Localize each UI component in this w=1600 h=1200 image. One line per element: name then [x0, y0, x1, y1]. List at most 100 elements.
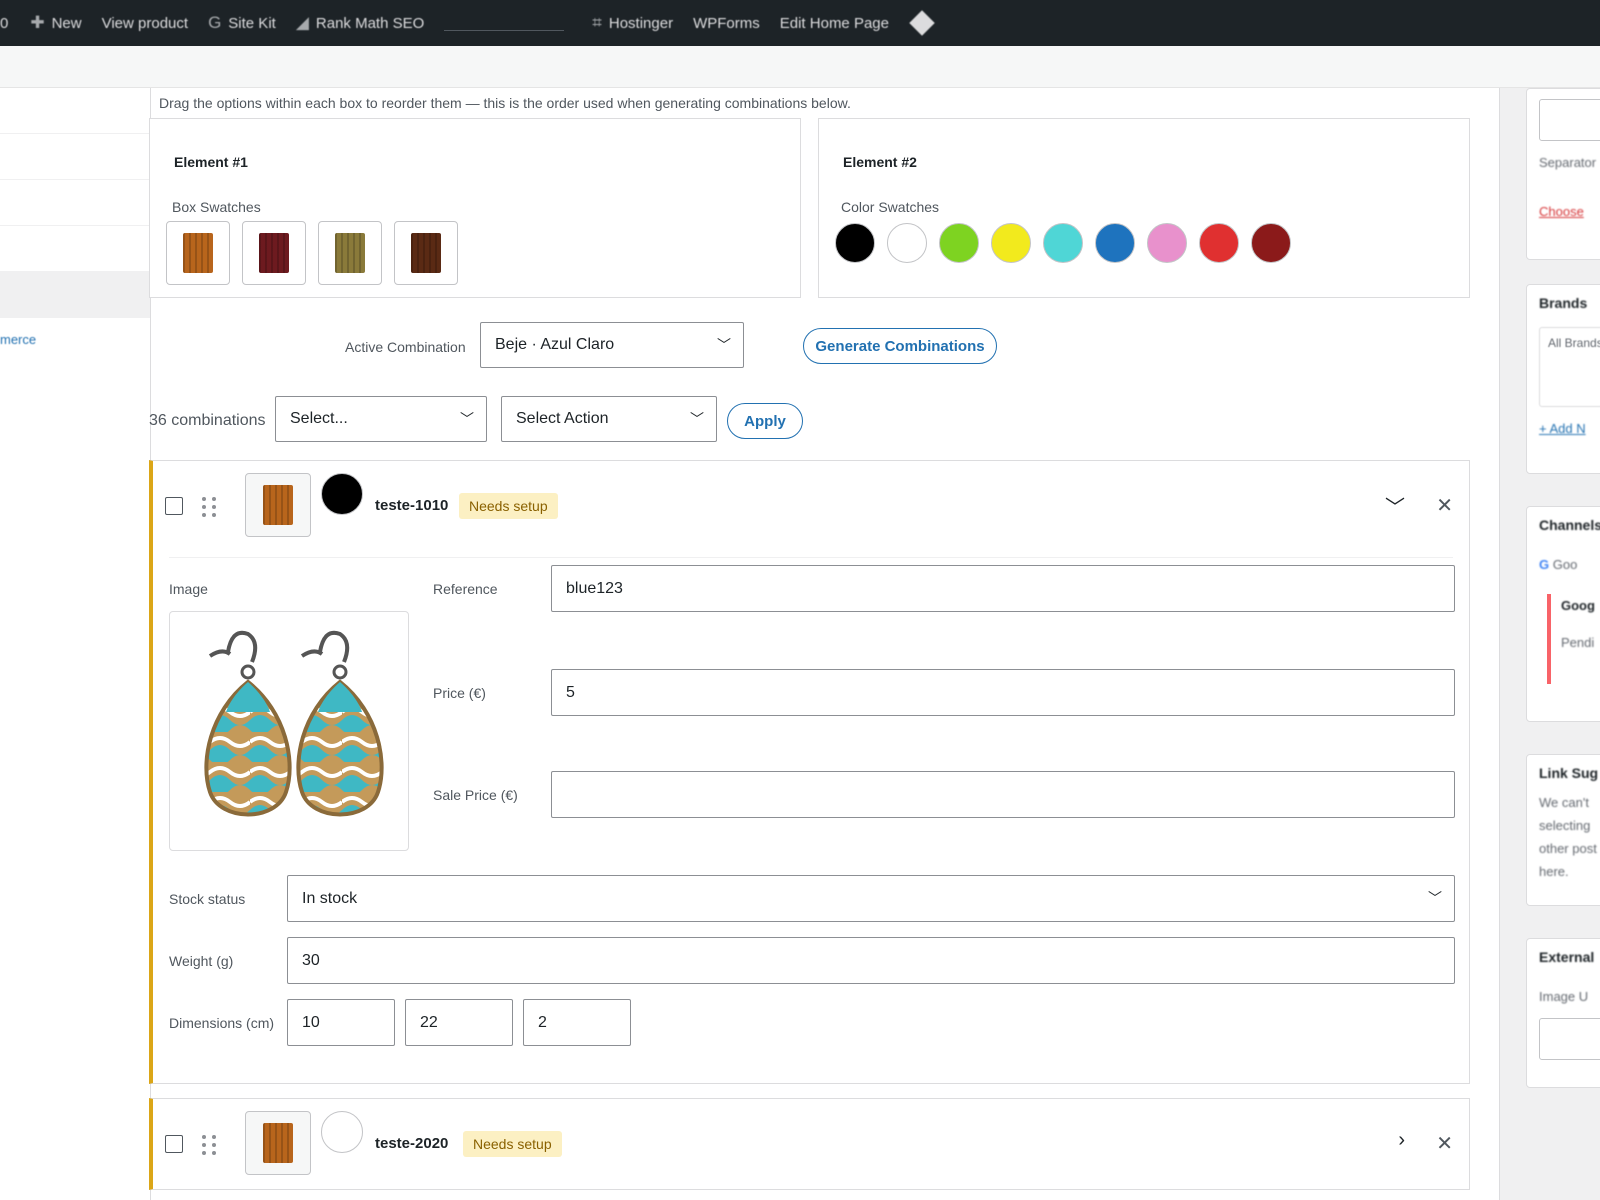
color-swatch[interactable]	[887, 223, 927, 263]
height-input[interactable]: 2	[523, 999, 631, 1046]
divider	[169, 557, 1453, 558]
row-checkbox[interactable]	[165, 1135, 183, 1153]
brands-list[interactable]: All Brands	[1539, 327, 1600, 407]
close-icon[interactable]: ✕	[1436, 1131, 1453, 1156]
apply-button[interactable]: Apply	[727, 403, 803, 439]
sub-header-bar	[0, 46, 1600, 88]
wood-swatch	[263, 485, 293, 525]
admin-bar-first[interactable]: 0	[0, 15, 8, 32]
admin-bar-hostinger[interactable]: ⌗ Hostinger	[592, 13, 673, 33]
google-g-icon: G	[1539, 557, 1550, 572]
left-row[interactable]	[0, 134, 150, 180]
element-box-1: Element #1 Box Swatches	[149, 118, 801, 298]
wood-swatch	[411, 233, 441, 273]
left-row[interactable]	[0, 226, 150, 272]
left-row[interactable]	[0, 180, 150, 226]
separator-label: Separator	[1539, 155, 1597, 170]
element-name: Element #1	[174, 154, 248, 170]
color-swatch[interactable]	[835, 223, 875, 263]
color-swatch[interactable]	[1147, 223, 1187, 263]
sale-price-label: Sale Price (€)	[433, 787, 518, 803]
google-channel[interactable]: G Goo	[1527, 553, 1600, 576]
element-type-label: Color Swatches	[841, 199, 940, 215]
stock-status-select[interactable]: In stock ﹀	[287, 875, 1455, 922]
color-swatch[interactable]	[1043, 223, 1083, 263]
external-title: External	[1539, 949, 1595, 965]
color-swatch[interactable]	[939, 223, 979, 263]
separator-card: Separator Choose	[1526, 88, 1600, 260]
left-row[interactable]	[0, 88, 150, 134]
price-input[interactable]: 5	[551, 669, 1455, 716]
earring-image	[204, 630, 384, 817]
left-sidebar: merce	[0, 88, 150, 1200]
chevron-right-icon[interactable]: ›	[1398, 1129, 1405, 1152]
wood-swatch	[263, 1123, 293, 1163]
left-link[interactable]: merce	[0, 318, 150, 347]
brands-card: Brands All Brands + Add N	[1526, 284, 1600, 474]
add-brand-link[interactable]: + Add N	[1527, 417, 1600, 440]
drag-handle-icon[interactable]	[202, 1135, 216, 1155]
bulk-select[interactable]: Select... ﹀	[275, 396, 487, 442]
element-box-2: Element #2 Color Swatches	[818, 118, 1470, 298]
admin-bar: 0 ✚ New View product G Site Kit ◢ Rank Math…	[0, 0, 1600, 46]
close-icon[interactable]: ✕	[1436, 493, 1453, 518]
color-swatch[interactable]	[1251, 223, 1291, 263]
generate-combinations-button[interactable]: Generate Combinations	[803, 328, 997, 364]
plus-icon: ✚	[30, 13, 45, 32]
external-image-input[interactable]	[1539, 1018, 1600, 1060]
admin-bar-site-kit[interactable]: G Site Kit	[208, 13, 276, 33]
box-swatch[interactable]	[242, 221, 306, 285]
reorder-hint: Drag the options within each box to reor…	[159, 95, 851, 111]
reference-input[interactable]: blue123	[551, 565, 1455, 612]
separator-input[interactable]	[1539, 99, 1600, 141]
admin-bar-view-product[interactable]: View product	[102, 15, 188, 32]
bulk-action-select[interactable]: Select Action ﹀	[501, 396, 717, 442]
color-swatches	[835, 223, 1291, 263]
active-combination-label: Active Combination	[345, 339, 466, 355]
combination-color-dot	[321, 473, 363, 515]
box-swatch[interactable]	[318, 221, 382, 285]
chevron-down-icon: ﹀	[460, 411, 474, 427]
color-swatch[interactable]	[1199, 223, 1239, 263]
dimensions-label: Dimensions (cm)	[169, 1015, 275, 1031]
admin-bar-edit-home[interactable]: Edit Home Page	[780, 15, 889, 32]
diamond-icon[interactable]	[909, 10, 935, 36]
combination-row: teste-2020 Needs setup › ✕	[149, 1098, 1470, 1190]
box-swatch[interactable]	[166, 221, 230, 285]
link-suggestions-card: Link Sug We can't selecting other post h…	[1526, 754, 1600, 906]
combination-row: teste-1010 Needs setup ﹀ ✕ Image Referen…	[149, 460, 1470, 1084]
product-image[interactable]	[169, 611, 409, 851]
combination-sku: teste-2020	[375, 1135, 449, 1152]
admin-bar-wpforms[interactable]: WPForms	[693, 15, 760, 32]
channels-title: Channels	[1539, 517, 1600, 533]
chevron-down-icon: ﹀	[1428, 890, 1442, 906]
choose-link[interactable]: Choose	[1527, 200, 1600, 223]
combination-count: 36 combinations	[149, 412, 266, 429]
active-combination-select[interactable]: Beje · Azul Claro ﹀	[480, 322, 744, 368]
combination-thumbnail	[245, 1111, 311, 1175]
combination-thumbnail	[245, 473, 311, 537]
drag-handle-icon[interactable]	[202, 497, 216, 517]
left-row-active[interactable]	[0, 272, 150, 318]
stock-status-label: Stock status	[169, 891, 246, 907]
chevron-down-icon[interactable]: ﹀	[1385, 491, 1405, 520]
google-g-icon: G	[208, 13, 222, 32]
variations-panel: Drag the options within each box to reor…	[149, 88, 1500, 1200]
element-type-label: Box Swatches	[172, 199, 261, 215]
chevron-down-icon: ﹀	[690, 411, 704, 427]
box-swatch[interactable]	[394, 221, 458, 285]
admin-bar-new[interactable]: ✚ New	[30, 13, 81, 33]
width-input[interactable]: 22	[405, 999, 513, 1046]
admin-bar-rank-math[interactable]: ◢ Rank Math SEO	[296, 13, 424, 33]
chevron-down-icon: ﹀	[717, 337, 731, 353]
color-swatch[interactable]	[991, 223, 1031, 263]
channels-card: Channels G Goo Goog Pendi	[1526, 506, 1600, 722]
color-swatch[interactable]	[1095, 223, 1135, 263]
hostinger-icon: ⌗	[592, 13, 602, 32]
wood-swatch	[259, 233, 289, 273]
wood-swatch	[183, 233, 213, 273]
weight-input[interactable]: 30	[287, 937, 1455, 984]
length-input[interactable]: 10	[287, 999, 395, 1046]
row-checkbox[interactable]	[165, 497, 183, 515]
sale-price-input[interactable]	[551, 771, 1455, 818]
